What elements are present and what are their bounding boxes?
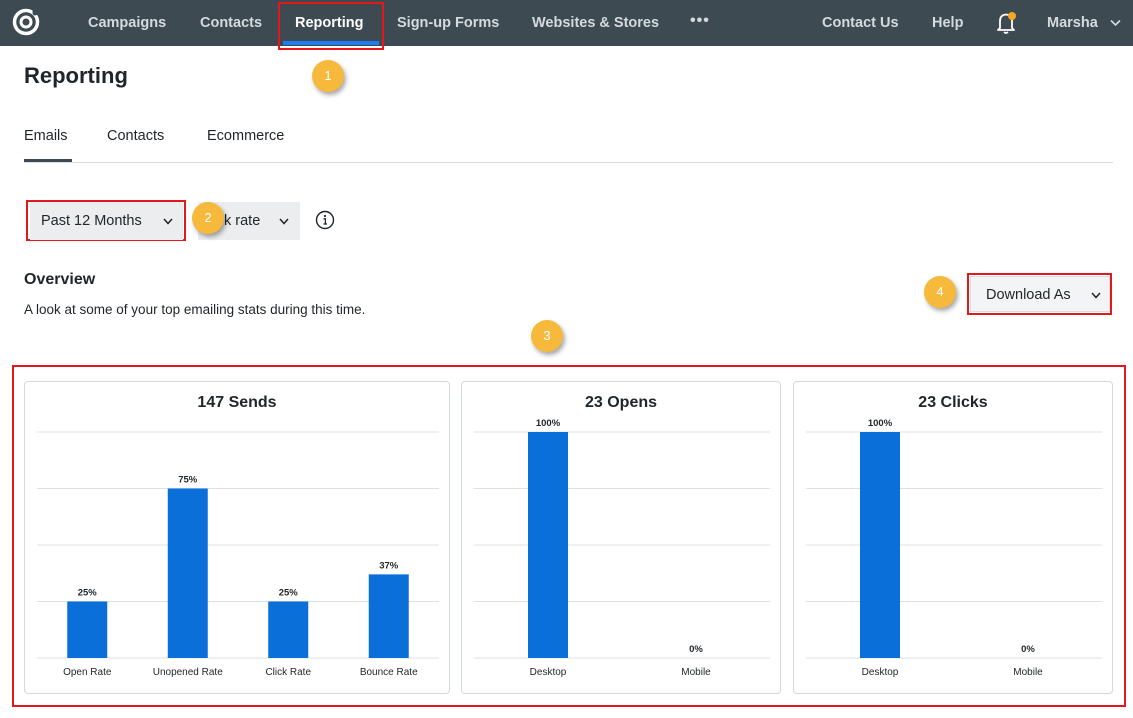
nav-reporting[interactable]: Reporting bbox=[295, 0, 363, 46]
constant-contact-logo-icon[interactable] bbox=[12, 8, 40, 36]
category-label: Desktop bbox=[530, 667, 567, 678]
step-marker-3: 3 bbox=[531, 320, 563, 352]
info-icon[interactable] bbox=[315, 210, 335, 230]
page-title: Reporting bbox=[24, 63, 128, 88]
category-label: Click Rate bbox=[265, 667, 311, 678]
clicks-chart-card: 23 Clicks 100% Desktop 0% Mobile bbox=[793, 381, 1113, 694]
top-navigation-bar: Campaigns Contacts Reporting Sign-up For… bbox=[0, 0, 1133, 46]
data-label: 25% bbox=[279, 588, 299, 599]
category-label: Bounce Rate bbox=[360, 667, 418, 678]
chevron-down-icon bbox=[1091, 292, 1101, 299]
category-label: Open Rate bbox=[63, 667, 112, 678]
sends-chart-card: 147 Sends 25% Open Rate 75% Unopened Rate 25… bbox=[24, 381, 450, 694]
metric-value: k rate bbox=[224, 213, 261, 229]
category-label: Desktop bbox=[862, 667, 899, 678]
bar-unopened-rate bbox=[167, 488, 208, 658]
step-marker-1: 1 bbox=[312, 60, 344, 92]
step-marker-2: 2 bbox=[192, 202, 224, 234]
step-marker-4: 4 bbox=[924, 276, 956, 308]
chevron-down-icon bbox=[163, 218, 173, 225]
chevron-down-icon bbox=[279, 218, 289, 225]
bar-bounce-rate bbox=[368, 574, 409, 658]
nav-contact-us[interactable]: Contact Us bbox=[822, 0, 899, 46]
download-as-button[interactable]: Download As bbox=[970, 276, 1110, 312]
data-label: 0% bbox=[1021, 644, 1035, 655]
bar-desktop bbox=[860, 432, 900, 658]
data-label: 100% bbox=[868, 418, 893, 429]
nav-signup-forms[interactable]: Sign-up Forms bbox=[397, 0, 499, 46]
data-label: 37% bbox=[379, 560, 399, 571]
tab-emails[interactable]: Emails bbox=[24, 128, 68, 144]
bar-click-rate bbox=[268, 601, 309, 658]
nav-more-menu[interactable]: ••• bbox=[690, 0, 710, 46]
tabs-divider bbox=[24, 162, 1113, 163]
nav-websites-stores[interactable]: Websites & Stores bbox=[532, 0, 659, 46]
sends-bar-chart: 25% Open Rate 75% Unopened Rate 25% Click Rat… bbox=[37, 431, 439, 678]
category-label: Unopened Rate bbox=[153, 667, 223, 678]
nav-campaigns[interactable]: Campaigns bbox=[88, 0, 166, 46]
nav-contacts[interactable]: Contacts bbox=[200, 0, 262, 46]
data-label: 25% bbox=[78, 588, 98, 599]
overview-description: A look at some of your top emailing stat… bbox=[24, 302, 366, 317]
opens-chart-card: 23 Opens 100% Desktop 0% Mobile bbox=[461, 381, 781, 694]
date-range-dropdown[interactable]: Past 12 Months bbox=[30, 202, 183, 240]
date-range-value: Past 12 Months bbox=[41, 213, 142, 229]
bar-open-rate bbox=[67, 601, 108, 658]
data-label: 0% bbox=[689, 644, 703, 655]
tab-contacts[interactable]: Contacts bbox=[107, 128, 164, 144]
data-label: 100% bbox=[536, 418, 561, 429]
tab-ecommerce[interactable]: Ecommerce bbox=[207, 128, 284, 144]
active-nav-indicator bbox=[283, 41, 379, 45]
notification-bell-icon[interactable] bbox=[996, 11, 1018, 35]
overview-title: Overview bbox=[24, 271, 96, 288]
active-tab-indicator bbox=[24, 159, 72, 162]
nav-help[interactable]: Help bbox=[932, 0, 963, 46]
user-menu-chevron-down-icon[interactable] bbox=[1110, 19, 1121, 27]
opens-bar-chart: 100% Desktop 0% Mobile bbox=[474, 418, 770, 678]
clicks-bar-chart: 100% Desktop 0% Mobile bbox=[806, 418, 1102, 678]
bar-desktop bbox=[528, 432, 568, 658]
data-label: 75% bbox=[178, 475, 198, 486]
category-label: Mobile bbox=[1013, 667, 1043, 678]
category-label: Mobile bbox=[681, 667, 711, 678]
user-menu[interactable]: Marsha bbox=[1047, 0, 1098, 46]
download-as-label: Download As bbox=[986, 287, 1071, 303]
